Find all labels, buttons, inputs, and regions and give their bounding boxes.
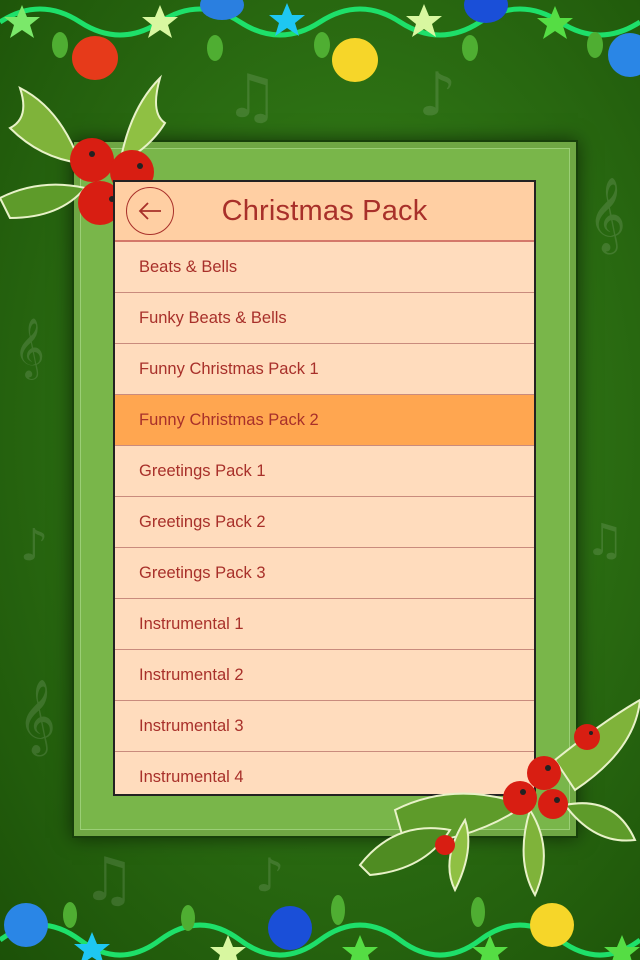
list-item-label: Funny Christmas Pack 1: [139, 359, 319, 378]
christmas-lights-garland-icon: [0, 895, 640, 960]
music-note-icon: ♫: [585, 515, 625, 566]
treble-clef-icon: 𝄞: [14, 318, 45, 378]
list-item[interactable]: Greetings Pack 1: [115, 446, 534, 497]
treble-clef-icon: 𝄞: [588, 178, 626, 252]
music-note-icon: ♫: [82, 845, 136, 915]
list-item[interactable]: Greetings Pack 3: [115, 548, 534, 599]
list-item[interactable]: Instrumental 2: [115, 650, 534, 701]
list-item[interactable]: Instrumental 1: [115, 599, 534, 650]
list-item-label: Funny Christmas Pack 2: [139, 410, 319, 429]
sound-pack-panel: Christmas Pack Beats & Bells Funky Beats…: [113, 180, 536, 796]
music-note-icon: ♪: [418, 60, 457, 130]
music-note-icon: ♪: [20, 520, 49, 571]
music-note-icon: ♪: [255, 848, 285, 902]
treble-clef-icon: 𝄞: [18, 680, 56, 754]
list-item[interactable]: Funny Christmas Pack 1: [115, 344, 534, 395]
list-item[interactable]: Funky Beats & Bells: [115, 293, 534, 344]
list-item[interactable]: Greetings Pack 2: [115, 497, 534, 548]
list-item-selected[interactable]: Funny Christmas Pack 2: [115, 395, 534, 446]
list-item-label: Greetings Pack 2: [139, 512, 266, 531]
list-item[interactable]: Beats & Bells: [115, 242, 534, 293]
list-item-label: Beats & Bells: [139, 257, 238, 276]
music-note-icon: ♫: [225, 62, 279, 132]
list-item-label: Instrumental 1: [139, 614, 244, 633]
list-item[interactable]: Instrumental 4: [115, 752, 534, 794]
christmas-lights-garland-icon: [0, 0, 640, 82]
list-item-label: Greetings Pack 3: [139, 563, 266, 582]
sound-pack-list: Beats & Bells Funky Beats & Bells Funny …: [115, 242, 534, 794]
list-item-label: Instrumental 2: [139, 665, 244, 684]
page-title: Christmas Pack: [221, 194, 428, 227]
list-item-label: Instrumental 4: [139, 767, 244, 786]
list-item-label: Instrumental 3: [139, 716, 244, 735]
list-item-label: Greetings Pack 1: [139, 461, 266, 480]
panel-header: Christmas Pack: [115, 182, 534, 242]
back-button[interactable]: [126, 187, 174, 235]
list-item-label: Funky Beats & Bells: [139, 308, 287, 327]
list-item[interactable]: Instrumental 3: [115, 701, 534, 752]
arrow-left-icon: [138, 202, 161, 220]
